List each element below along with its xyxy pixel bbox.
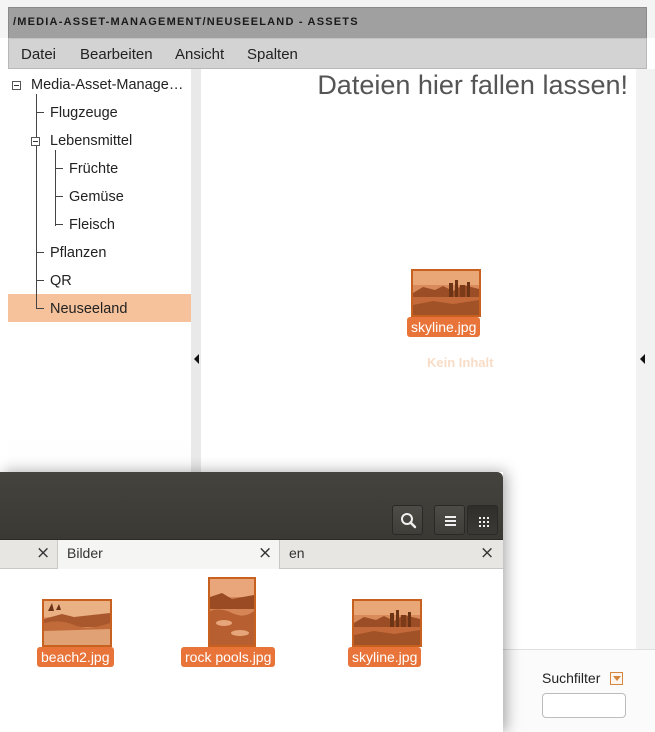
- search-filter-input[interactable]: [542, 693, 626, 718]
- file-name[interactable]: beach2.jpg: [37, 647, 114, 667]
- tree-item-label: Media-Asset-Manage…: [31, 77, 184, 93]
- tree-item-gemuese[interactable]: Gemüse: [8, 184, 191, 212]
- beach2-thumbnail[interactable]: [42, 599, 112, 647]
- window-titlebar: /MEDIA-ASSET-MANAGEMENT/NEUSEELAND - ASS…: [0, 0, 655, 38]
- tree-item-label: Flugzeuge: [50, 105, 118, 121]
- grid-view-button[interactable]: [467, 505, 498, 535]
- rock-pools-thumbnail[interactable]: [208, 577, 256, 647]
- file-manager-window: × Bilder × en × beach2.jpg rock pools.jp…: [0, 472, 503, 732]
- search-filter-label: Suchfilter: [542, 670, 601, 686]
- collapse-icon[interactable]: [31, 137, 40, 146]
- menu-bearbeiten[interactable]: Bearbeiten: [80, 46, 153, 63]
- tab-hidden[interactable]: ×: [0, 540, 57, 569]
- filter-panel: [503, 649, 655, 732]
- search-icon: [401, 513, 417, 529]
- tree-item-label: Gemüse: [69, 189, 124, 205]
- file-name[interactable]: skyline.jpg: [348, 647, 422, 667]
- menu-spalten[interactable]: Spalten: [247, 46, 298, 63]
- tab-en[interactable]: en ×: [281, 540, 503, 569]
- file-manager-header: [0, 472, 503, 540]
- tree-item-flugzeuge[interactable]: Flugzeuge: [8, 100, 191, 128]
- file-manager-content[interactable]: beach2.jpg rock pools.jpg skyline.jpg: [0, 569, 503, 732]
- tree-item-pflanzen[interactable]: Pflanzen: [8, 240, 191, 268]
- window-title: /MEDIA-ASSET-MANAGEMENT/NEUSEELAND - ASS…: [13, 16, 359, 28]
- skyline-image: [354, 601, 420, 645]
- tree-item-label: Fleisch: [69, 217, 115, 233]
- close-icon[interactable]: ×: [258, 543, 272, 563]
- tree-item-label: QR: [50, 273, 72, 289]
- grid-view-icon: [479, 517, 489, 527]
- search-button[interactable]: [392, 505, 423, 535]
- list-view-button[interactable]: [434, 505, 465, 535]
- empty-hint: Kein Inhalt: [427, 355, 494, 370]
- tree-item-label: Früchte: [69, 161, 119, 177]
- skyline-thumbnail[interactable]: [411, 269, 481, 317]
- tab-bilder[interactable]: Bilder ×: [57, 540, 280, 569]
- tree-item-label: Lebensmittel: [50, 133, 133, 149]
- file-name[interactable]: rock pools.jpg: [181, 647, 276, 667]
- close-icon[interactable]: ×: [36, 543, 50, 563]
- tree-item-root[interactable]: Media-Asset-Manage…: [8, 72, 191, 100]
- tree-line: [36, 294, 37, 309]
- rock-pools-image: [210, 579, 254, 645]
- tree-item-neuseeland[interactable]: Neuseeland: [8, 294, 191, 322]
- file-manager-tabbar: × Bilder × en ×: [0, 540, 503, 569]
- right-pane-splitter[interactable]: [636, 69, 655, 649]
- drop-hint: Dateien hier fallen lassen!: [317, 70, 628, 100]
- tree-item-qr[interactable]: QR: [8, 268, 191, 296]
- tree-item-label: Pflanzen: [50, 245, 107, 261]
- tab-label: en: [289, 545, 305, 561]
- collapse-left-icon[interactable]: [194, 354, 199, 364]
- tree-item-fleisch[interactable]: Fleisch: [8, 212, 191, 240]
- skyline-thumbnail[interactable]: [352, 599, 422, 647]
- menu-datei[interactable]: Datei: [21, 46, 56, 63]
- tree-line: [36, 308, 44, 309]
- collapse-icon[interactable]: [12, 81, 21, 90]
- tree-item-label: Neuseeland: [50, 301, 128, 317]
- tab-label: Bilder: [67, 545, 103, 561]
- menu-ansicht[interactable]: Ansicht: [175, 46, 224, 63]
- list-view-icon: [445, 516, 456, 526]
- beach-image: [44, 601, 110, 645]
- tree-item-lebensmittel[interactable]: Lebensmittel: [8, 128, 191, 156]
- expand-right-icon[interactable]: [640, 354, 645, 364]
- close-icon[interactable]: ×: [480, 543, 494, 563]
- tree-item-fruechte[interactable]: Früchte: [8, 156, 191, 184]
- title-strip: /MEDIA-ASSET-MANAGEMENT/NEUSEELAND - ASS…: [8, 7, 647, 38]
- file-name[interactable]: skyline.jpg: [407, 317, 481, 337]
- menu-bar: Datei Bearbeiten Ansicht Spalten: [8, 38, 647, 69]
- skyline-image: [413, 271, 479, 315]
- filter-dropdown-icon[interactable]: [610, 672, 623, 685]
